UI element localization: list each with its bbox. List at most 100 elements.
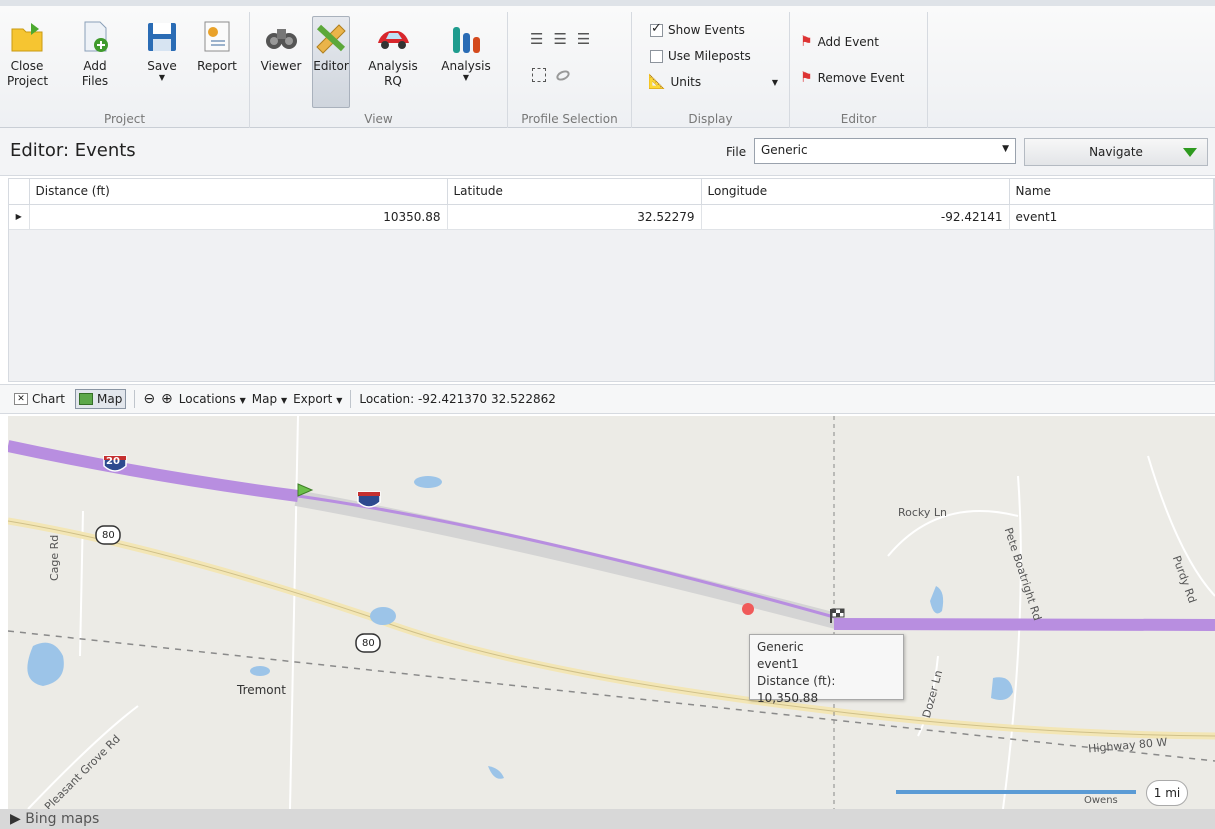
map-menu-chevron-down-icon: ▼ [280,396,288,405]
save-dropdown-icon[interactable]: ▼ [143,74,181,82]
toolbar-divider [350,390,352,408]
ribbon-group-project: Close Project Add Files Save ▼ Report Pr… [0,12,250,128]
add-event-icon: ⚑ [800,34,813,50]
ribbon-group-editor: ⚑ Add Event ⚑ Remove Event Editor [790,12,928,128]
add-event-label: Add Event [817,35,879,49]
zoom-out-icon[interactable]: ⊖ [143,391,155,407]
export-menu[interactable]: Export ▼ [293,392,342,406]
tooltip-file: Generic [757,640,804,654]
column-header-latitude[interactable]: Latitude [447,179,702,205]
bing-attribution: ▶ Bing maps [0,809,1215,829]
chart-icon: ✕ [14,393,28,405]
show-events-check-icon[interactable] [650,21,663,37]
owens-label: Owens [1084,795,1118,806]
ribbon: Close Project Add Files Save ▼ Report Pr… [0,0,1215,128]
add-files-button[interactable]: Add Files [70,16,120,90]
navigate-button[interactable]: Navigate [1024,138,1208,166]
event-marker-icon[interactable] [742,603,754,615]
remove-event-button[interactable]: ⚑ Remove Event [800,68,904,88]
units-dropdown[interactable]: 📐 Units ▼ [648,72,778,92]
file-select[interactable]: Generic ▼ [754,138,1016,164]
align-left-icon[interactable]: ☰ [530,30,543,48]
save-icon [144,19,180,55]
save-button[interactable]: Save ▼ [142,16,182,83]
pond [991,677,1013,700]
editor-header: Editor: Events File Generic ▼ Navigate [0,128,1215,176]
cell-name[interactable]: event1 [1009,204,1214,230]
cage-road-label: Cage Rd [48,534,61,581]
group-label-editor: Editor [840,112,877,126]
export-chevron-down-icon: ▼ [336,396,343,405]
cell-distance[interactable]: 10350.88 [29,204,448,230]
file-select-chevron-down-icon[interactable]: ▼ [1002,144,1009,154]
tooltip-event-name: event1 [757,657,799,671]
minor-road [289,416,299,809]
analysis-button[interactable]: Analysis ▼ [440,16,492,83]
viewer-button[interactable]: Viewer [258,16,304,75]
column-header-distance[interactable]: Distance (ft) [29,179,448,205]
remove-event-icon: ⚑ [800,70,813,86]
pond [488,766,504,779]
align-center-icon[interactable]: ☰ [553,30,566,48]
cell-longitude[interactable]: -92.42141 [701,204,1010,230]
group-label-project: Project [103,112,146,126]
analysis-rq-label: Analysis RQ [368,59,418,88]
file-label: File [726,145,747,159]
us-80-label: 80 [362,638,375,649]
report-button[interactable]: Report [192,16,242,75]
pond [930,586,944,614]
scale-label: 1 mi [1146,780,1188,806]
analysis-dropdown-icon[interactable]: ▼ [441,74,491,82]
use-mileposts-check-icon[interactable] [650,49,663,63]
row-selector-icon[interactable]: ▶ [9,204,30,230]
close-project-button[interactable]: Close Project [6,16,48,90]
pencil-ruler-icon [313,19,349,55]
editor-view-button[interactable]: Editor [312,16,350,108]
bar-chart-icon [448,19,484,55]
zoom-in-icon[interactable]: ⊕ [161,391,173,407]
show-events-checkbox[interactable]: Show Events [650,20,745,40]
add-event-button[interactable]: ⚑ Add Event [800,32,879,52]
cell-latitude[interactable]: 32.52279 [447,204,702,230]
binoculars-icon [263,19,299,55]
use-mileposts-checkbox[interactable]: Use Mileposts [650,46,751,66]
lasso-select-icon[interactable] [554,67,572,83]
remove-event-label: Remove Event [817,71,905,85]
add-file-icon [77,19,113,55]
selected-route-section[interactable] [294,490,839,629]
map-menu-label: Map [251,392,278,406]
grid-corner [9,179,30,205]
locations-chevron-down-icon: ▼ [239,396,246,405]
pond [370,607,396,625]
table-row[interactable]: ▶ 10350.88 32.52279 -92.42141 event1 [9,204,1214,230]
units-chevron-down-icon[interactable]: ▼ [772,78,778,87]
add-files-label: Add Files [81,59,109,88]
route-segment-west[interactable] [8,440,299,502]
group-label-display: Display [688,112,733,126]
analysis-rq-button[interactable]: Analysis RQ [364,16,422,90]
location-readout: Location: -92.421370 32.522862 [359,392,556,406]
locations-menu[interactable]: Locations ▼ [179,392,246,406]
interstate-20-label: 20 [106,456,120,467]
column-header-name[interactable]: Name [1009,179,1214,205]
navigate-dropdown-icon[interactable] [1183,148,1197,157]
map-canvas[interactable]: 20 80 80 Rocky Ln Pete Boatright Rd Purd… [8,416,1215,809]
chart-tab[interactable]: ✕ Chart [10,389,69,409]
folder-icon [9,19,45,55]
event-tooltip: Generic event1 Distance (ft): 10,350.88 [749,634,904,705]
rectangle-select-icon[interactable] [532,68,546,82]
chart-tab-label: Chart [32,392,65,406]
units-label: Units [670,75,702,89]
pleasant-grove-road [27,705,139,809]
route-segment-east[interactable] [833,618,1215,631]
map-menu[interactable]: Map ▼ [252,392,287,406]
ribbon-group-profile-selection: ☰ ☰ ☰ Profile Selection [508,12,632,128]
editor-view-label: Editor [313,59,349,73]
locations-label: Locations [178,392,236,406]
interstate-shield-icon [357,491,381,508]
column-header-longitude[interactable]: Longitude [701,179,1010,205]
report-label: Report [197,59,237,73]
map-tab[interactable]: Map [74,389,127,409]
align-right-icon[interactable]: ☰ [577,30,590,48]
close-project-label: Close Project [7,59,49,88]
